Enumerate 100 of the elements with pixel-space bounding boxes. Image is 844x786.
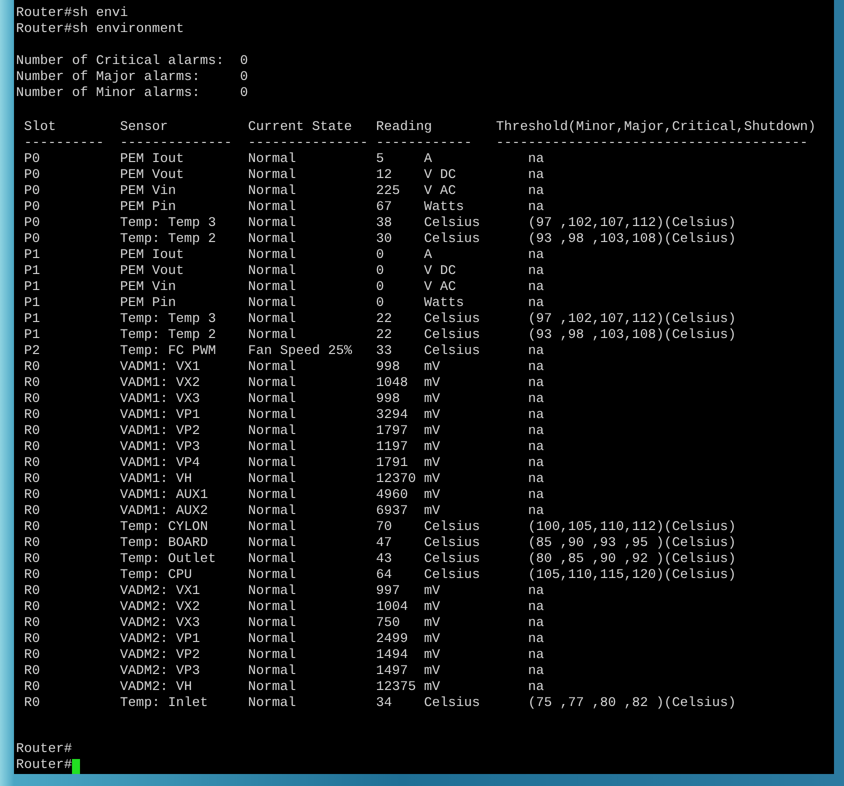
unit-cell: mV: [424, 392, 440, 407]
reading-cell: 997: [376, 584, 400, 599]
sensor-cell: VADM1: VP2: [120, 424, 200, 439]
unit-cell: mV: [424, 600, 440, 615]
threshold-cell: na: [528, 184, 544, 199]
reading-cell: 6937: [376, 504, 408, 519]
reading-cell: 2499: [376, 632, 408, 647]
sensor-cell: VADM2: VX3: [120, 616, 200, 631]
unit-cell: Celsius: [424, 536, 480, 551]
unit-cell: mV: [424, 376, 440, 391]
unit-cell: mV: [424, 632, 440, 647]
threshold-cell: na: [528, 248, 544, 263]
reading-cell: 998: [376, 392, 400, 407]
unit-cell: mV: [424, 488, 440, 503]
reading-cell: 1048: [376, 376, 408, 391]
state-cell: Normal: [248, 376, 296, 391]
threshold-cell: na: [528, 168, 544, 183]
state-cell: Normal: [248, 488, 296, 503]
dash-separator: ----------: [24, 136, 104, 151]
unit-cell: V DC: [424, 168, 456, 183]
threshold-cell: (93 ,98 ,103,108)(Celsius): [528, 232, 736, 247]
reading-cell: 1497: [376, 664, 408, 679]
reading-cell: 0: [376, 264, 384, 279]
sensor-cell: VADM1: VH: [120, 472, 192, 487]
sensor-cell: PEM Pin: [120, 200, 176, 215]
slot-cell: R0: [24, 408, 40, 423]
sensor-cell: Temp: Temp 3: [120, 216, 216, 231]
slot-cell: P1: [24, 248, 40, 263]
threshold-header: Threshold(Minor,Major,Critical,Shutdown): [496, 120, 816, 135]
slot-cell: R0: [24, 376, 40, 391]
reading-cell: 1791: [376, 456, 408, 471]
unit-cell: Celsius: [424, 520, 480, 535]
reading-cell: 3294: [376, 408, 408, 423]
threshold-cell: na: [528, 680, 544, 695]
state-cell: Normal: [248, 280, 296, 295]
unit-cell: mV: [424, 472, 440, 487]
sensor-cell: VADM1: VP1: [120, 408, 200, 423]
unit-cell: mV: [424, 360, 440, 375]
unit-cell: mV: [424, 616, 440, 631]
reading-cell: 0: [376, 296, 384, 311]
threshold-cell: na: [528, 488, 544, 503]
reading-cell: 5: [376, 152, 384, 167]
state-header: Current State: [248, 120, 352, 135]
sensor-cell: PEM Vin: [120, 280, 176, 295]
sensor-cell: VADM1: VP3: [120, 440, 200, 455]
state-cell: Normal: [248, 392, 296, 407]
state-cell: Normal: [248, 536, 296, 551]
state-cell: Normal: [248, 568, 296, 583]
unit-cell: Celsius: [424, 568, 480, 583]
slot-cell: P0: [24, 216, 40, 231]
threshold-cell: (80 ,85 ,90 ,92 )(Celsius): [528, 552, 736, 567]
slot-cell: P1: [24, 280, 40, 295]
unit-cell: mV: [424, 648, 440, 663]
threshold-cell: (75 ,77 ,80 ,82 )(Celsius): [528, 696, 736, 711]
threshold-cell: na: [528, 296, 544, 311]
slot-cell: P1: [24, 328, 40, 343]
slot-cell: P0: [24, 152, 40, 167]
reading-cell: 33: [376, 344, 392, 359]
sensor-cell: Temp: BOARD: [120, 536, 208, 551]
state-cell: Normal: [248, 312, 296, 327]
command-line: Router#sh envi: [16, 6, 128, 22]
unit-cell: Celsius: [424, 344, 480, 359]
unit-cell: mV: [424, 664, 440, 679]
unit-cell: V DC: [424, 264, 456, 279]
reading-cell: 67: [376, 200, 392, 215]
slot-cell: P1: [24, 296, 40, 311]
alarm-label: Number of Major alarms:: [16, 70, 201, 86]
threshold-cell: (85 ,90 ,93 ,95 )(Celsius): [528, 536, 736, 551]
slot-cell: R0: [24, 600, 40, 615]
unit-cell: mV: [424, 424, 440, 439]
reading-cell: 22: [376, 328, 392, 343]
slot-cell: R0: [24, 536, 40, 551]
state-cell: Normal: [248, 680, 296, 695]
sensor-cell: VADM1: AUX2: [120, 504, 208, 519]
state-cell: Normal: [248, 632, 296, 647]
state-cell: Normal: [248, 152, 296, 167]
slot-cell: R0: [24, 440, 40, 455]
slot-cell: R0: [24, 552, 40, 567]
slot-cell: R0: [24, 472, 40, 487]
prompt-line: Router#: [16, 742, 72, 758]
unit-cell: Watts: [424, 296, 464, 311]
slot-cell: R0: [24, 632, 40, 647]
threshold-cell: na: [528, 264, 544, 279]
threshold-cell: na: [528, 376, 544, 391]
sensor-cell: PEM Iout: [120, 248, 184, 263]
slot-cell: R0: [24, 488, 40, 503]
sensor-cell: Temp: CPU: [120, 568, 192, 583]
threshold-cell: na: [528, 600, 544, 615]
sensor-cell: VADM2: VH: [120, 680, 192, 695]
unit-cell: mV: [424, 408, 440, 423]
state-cell: Normal: [248, 408, 296, 423]
state-cell: Normal: [248, 648, 296, 663]
threshold-cell: na: [528, 152, 544, 167]
threshold-cell: na: [528, 424, 544, 439]
threshold-cell: (100,105,110,112)(Celsius): [528, 520, 736, 535]
reading-cell: 225: [376, 184, 400, 199]
reading-cell: 38: [376, 216, 392, 231]
prompt-line: Router#: [16, 758, 72, 774]
state-cell: Normal: [248, 200, 296, 215]
sensor-cell: PEM Vout: [120, 264, 184, 279]
